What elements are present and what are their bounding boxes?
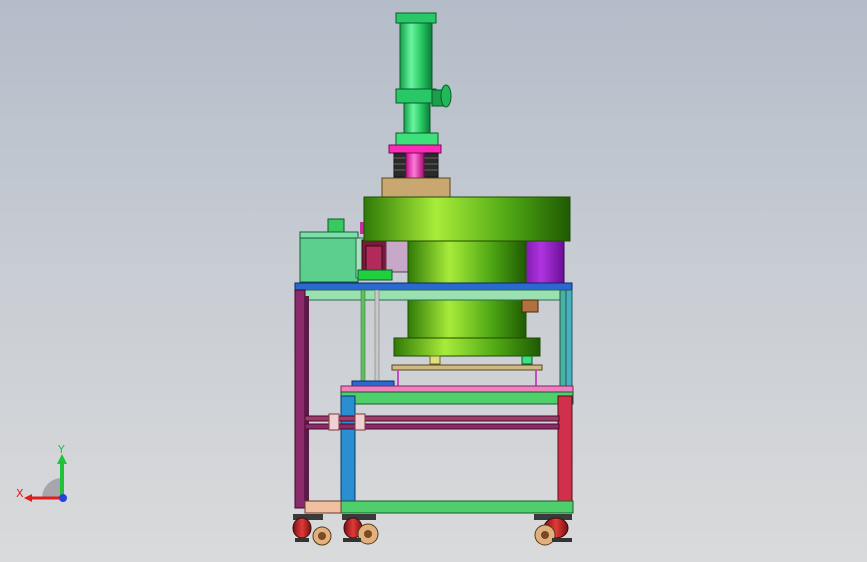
cad-viewport[interactable]: X Y bbox=[0, 0, 867, 562]
cylinder-barrel bbox=[399, 22, 433, 90]
piston-rod bbox=[405, 152, 425, 180]
leg-left-front bbox=[294, 289, 306, 509]
caster-right bbox=[534, 514, 572, 546]
left-box bbox=[299, 218, 365, 283]
cylinder-lower-barrel bbox=[403, 102, 431, 136]
press-assembly-model[interactable] bbox=[0, 0, 867, 562]
axis-y-label: Y bbox=[58, 443, 65, 456]
press-plate bbox=[391, 364, 543, 371]
cylinder-base bbox=[395, 132, 439, 146]
rod-assembly bbox=[388, 144, 442, 180]
caster-left bbox=[292, 514, 332, 546]
leg-lower-right bbox=[557, 395, 573, 507]
leg-lower-front bbox=[340, 395, 356, 505]
cylinder-mid-flange bbox=[395, 88, 437, 104]
orientation-triad: X Y bbox=[12, 440, 76, 510]
top-cylinder bbox=[395, 12, 452, 146]
caster-middle bbox=[342, 514, 379, 545]
housing-base-flange bbox=[393, 337, 541, 357]
lower-table bbox=[304, 380, 574, 514]
cylinder-cap bbox=[395, 12, 437, 24]
axis-x-label: X bbox=[16, 487, 24, 500]
housing-top-flange bbox=[363, 196, 571, 242]
cylinder-knob bbox=[440, 84, 452, 108]
